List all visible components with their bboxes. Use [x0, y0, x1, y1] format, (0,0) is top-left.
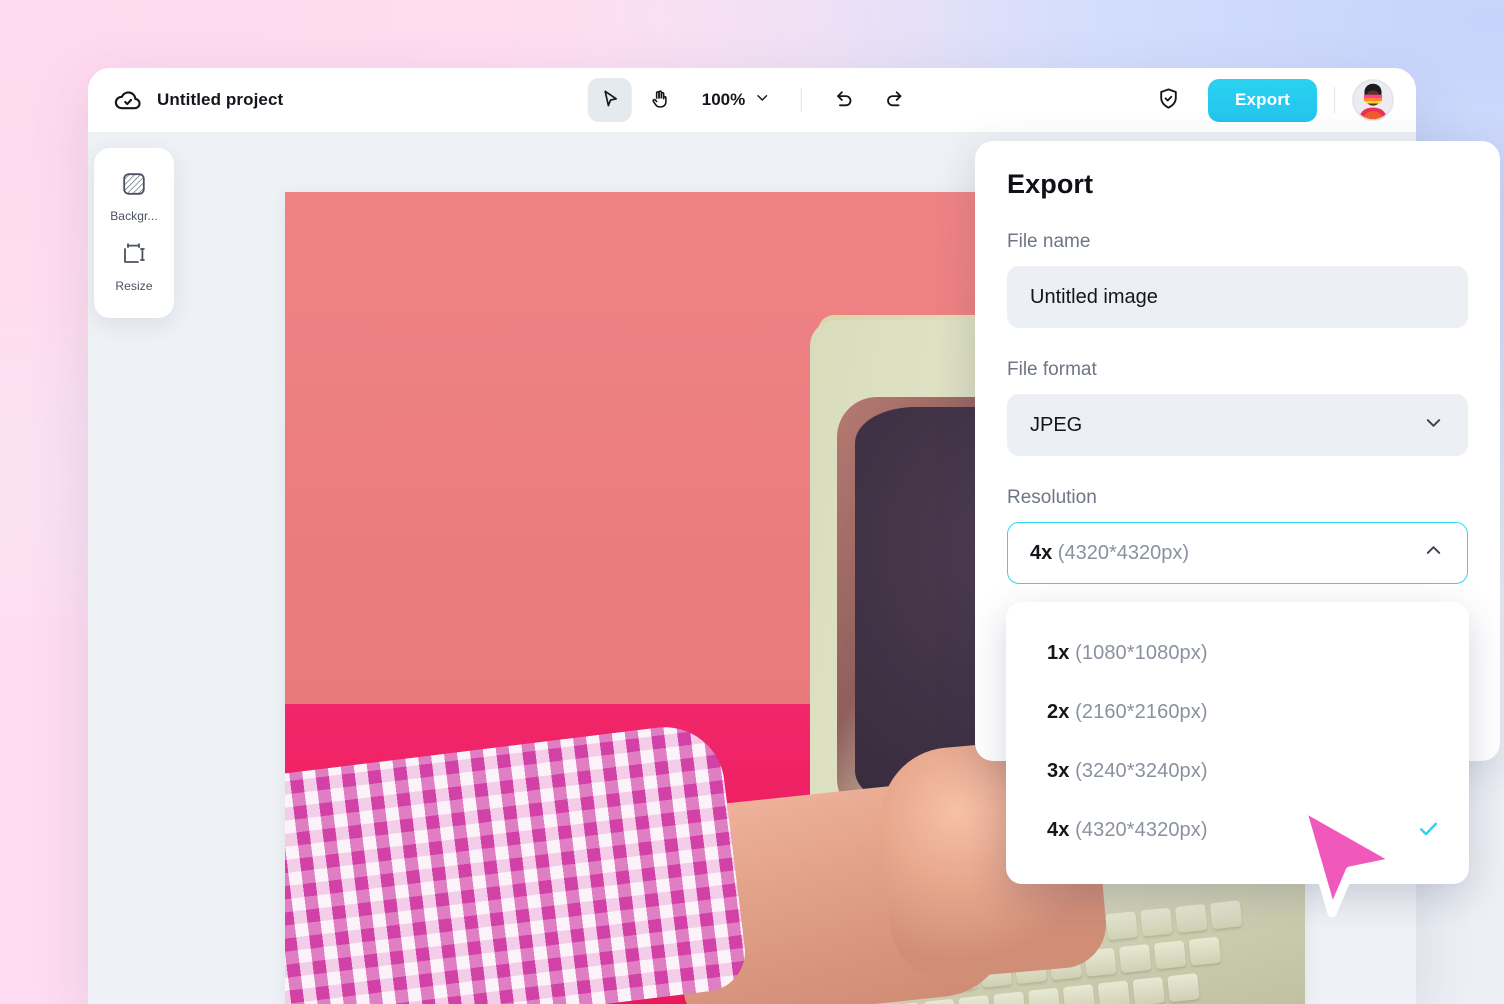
tool-background[interactable]: Backgr...: [94, 162, 174, 232]
undo-icon: [833, 87, 856, 113]
brand-area[interactable]: Untitled project: [88, 85, 283, 115]
tool-background-label: Backgr...: [110, 209, 158, 223]
option-dimensions: (2160*2160px): [1069, 701, 1208, 723]
option-multiplier: 4x: [1047, 819, 1070, 841]
tool-resize[interactable]: Resize: [94, 232, 174, 302]
resolution-option-1x[interactable]: 1x (1080*1080px): [1006, 624, 1469, 683]
file-format-value: JPEG: [1030, 413, 1083, 436]
background-hatch-icon: [121, 171, 147, 202]
project-title: Untitled project: [157, 90, 284, 109]
resolution-multiplier: 4x: [1030, 541, 1053, 564]
hand-icon: [649, 88, 671, 113]
zoom-control[interactable]: 100%: [688, 89, 781, 111]
undo-button[interactable]: [822, 78, 866, 122]
left-tool-panel: Backgr... Resize: [94, 148, 174, 318]
user-avatar[interactable]: [1352, 79, 1394, 121]
resolution-option-3x[interactable]: 3x (3240*3240px): [1006, 742, 1469, 801]
option-multiplier: 2x: [1047, 701, 1070, 723]
cursor-arrow-icon: [599, 88, 621, 113]
file-format-label: File format: [1007, 359, 1097, 380]
file-name-input[interactable]: Untitled image: [1007, 266, 1468, 328]
resolution-option-4x[interactable]: 4x (4320*4320px): [1006, 801, 1469, 860]
chevron-down-icon: [754, 89, 771, 111]
export-button[interactable]: Export: [1207, 78, 1317, 122]
chevron-up-icon: [1422, 539, 1445, 568]
file-name-value: Untitled image: [1030, 285, 1158, 308]
option-multiplier: 3x: [1047, 760, 1070, 782]
resolution-option-2x[interactable]: 2x (2160*2160px): [1006, 683, 1469, 742]
option-multiplier: 1x: [1047, 642, 1070, 664]
check-icon: [1416, 816, 1441, 846]
toolbar-tools: 100%: [587, 78, 916, 122]
option-dimensions: (4320*4320px): [1069, 819, 1208, 841]
resize-icon: [121, 241, 147, 272]
option-dimensions: (3240*3240px): [1069, 760, 1208, 782]
chevron-down-icon: [1422, 411, 1445, 440]
toolbar-right: Export: [1148, 78, 1394, 122]
option-dimensions: (1080*1080px): [1069, 642, 1208, 664]
shield-check-button[interactable]: [1148, 79, 1190, 121]
resolution-dimensions: (4320*4320px): [1052, 541, 1190, 564]
cloud-check-icon: [113, 85, 143, 115]
tool-resize-label: Resize: [115, 279, 153, 293]
file-format-select[interactable]: JPEG: [1007, 394, 1468, 456]
resolution-label: Resolution: [1007, 487, 1097, 508]
avatar-divider: [1334, 87, 1335, 113]
toolbar-divider: [801, 88, 803, 112]
resolution-dropdown: 1x (1080*1080px) 2x (2160*2160px) 3x (32…: [1006, 602, 1469, 884]
resolution-select[interactable]: 4x (4320*4320px): [1007, 522, 1468, 584]
select-tool-button[interactable]: [587, 78, 632, 122]
shield-check-icon: [1156, 86, 1181, 114]
file-name-label: File name: [1007, 231, 1091, 252]
top-toolbar: Untitled project 100% Export: [88, 68, 1416, 133]
hand-tool-button[interactable]: [638, 78, 682, 122]
redo-button[interactable]: [872, 78, 916, 122]
resolution-value: 4x (4320*4320px): [1030, 542, 1189, 565]
export-panel-title: Export: [1007, 169, 1094, 199]
avatar-illustration: [1353, 80, 1393, 120]
zoom-level-value: 100%: [701, 90, 746, 109]
redo-icon: [883, 87, 906, 113]
